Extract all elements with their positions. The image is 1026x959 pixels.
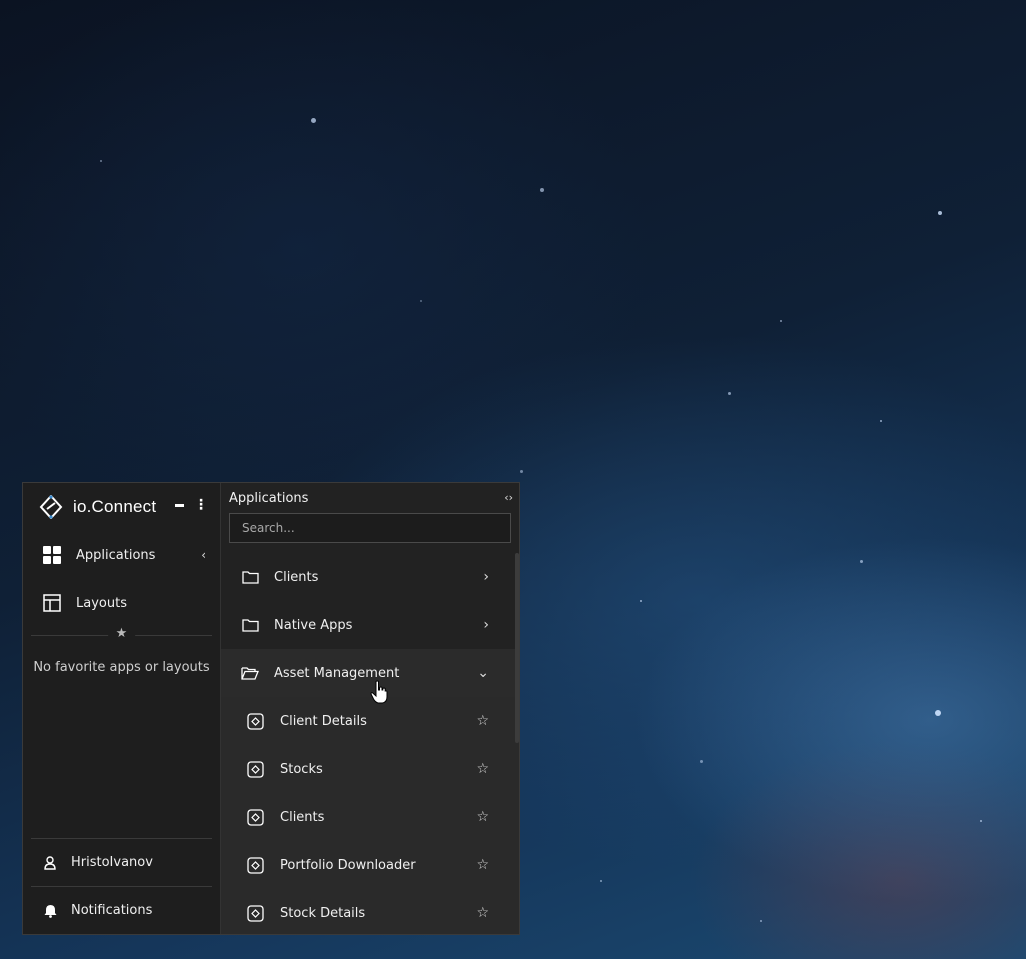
panel-header: Applications ‹›: [221, 483, 519, 513]
bell-icon: [43, 904, 57, 918]
sidebar-item-applications[interactable]: Applications ‹: [23, 531, 220, 579]
star-icon: ★: [107, 626, 136, 641]
folder-label: Clients: [274, 569, 319, 585]
user-name: HristoIvanov: [71, 855, 153, 870]
io-connect-logo-icon: [39, 495, 63, 519]
folder-icon: [241, 616, 259, 634]
search-box: [229, 513, 511, 543]
favorites-empty-message: No favorite apps or layouts: [33, 660, 210, 675]
app-label: Stocks: [280, 761, 323, 777]
app-icon: [246, 808, 264, 826]
star-outline-icon[interactable]: ☆: [476, 809, 489, 825]
folder-native-apps[interactable]: Native Apps ›: [221, 601, 519, 649]
app-icon: [246, 760, 264, 778]
app-stock-details[interactable]: Stock Details ☆: [221, 889, 519, 934]
star-outline-icon[interactable]: ☆: [476, 905, 489, 921]
star-outline-icon[interactable]: ☆: [476, 857, 489, 873]
app-label: Stock Details: [280, 905, 366, 921]
folder-clients[interactable]: Clients ›: [221, 553, 519, 601]
scrollbar[interactable]: [515, 553, 519, 743]
app-clients[interactable]: Clients ☆: [221, 793, 519, 841]
sidebar-item-layouts[interactable]: Layouts: [23, 579, 220, 627]
app-stocks[interactable]: Stocks ☆: [221, 745, 519, 793]
io-connect-launcher: io.Connect ⋮ Applications ‹ Layouts ★ No…: [22, 482, 520, 935]
layout-icon: [43, 594, 61, 612]
sidebar-footer: HristoIvanov Notifications: [23, 838, 220, 934]
star-outline-icon[interactable]: ☆: [476, 761, 489, 777]
brand-header: io.Connect ⋮: [23, 483, 220, 531]
folder-label: Asset Management: [274, 665, 400, 681]
chevron-left-icon: ‹: [201, 548, 206, 562]
chevron-right-icon: ›: [483, 569, 489, 585]
grid-icon: [43, 546, 61, 564]
folder-label: Native Apps: [274, 617, 353, 633]
app-icon: [246, 856, 264, 874]
app-icon: [246, 904, 264, 922]
code-toggle-icon[interactable]: ‹›: [504, 491, 513, 504]
minimize-button[interactable]: [175, 503, 184, 507]
panel-title: Applications: [229, 490, 309, 506]
user-profile-button[interactable]: HristoIvanov: [23, 839, 220, 886]
sidebar-item-label: Layouts: [76, 595, 127, 611]
chevron-right-icon: ›: [483, 617, 489, 633]
favorites-divider: ★: [31, 626, 212, 641]
applications-list: Clients › Native Apps › Asset Management…: [221, 553, 519, 934]
notifications-label: Notifications: [71, 903, 153, 918]
star-outline-icon[interactable]: ☆: [476, 713, 489, 729]
hand-cursor-icon: [370, 680, 388, 704]
applications-panel: Applications ‹› Clients › Native Apps ›: [221, 483, 519, 934]
user-icon: [43, 855, 57, 870]
sidebar: io.Connect ⋮ Applications ‹ Layouts ★ No…: [23, 483, 221, 934]
brand-name: io.Connect: [73, 497, 157, 516]
app-label: Client Details: [280, 713, 367, 729]
app-icon: [246, 712, 264, 730]
app-label: Clients: [280, 809, 325, 825]
search-input[interactable]: [230, 520, 510, 536]
app-portfolio-downloader[interactable]: Portfolio Downloader ☆: [221, 841, 519, 889]
chevron-down-icon: ⌄: [477, 665, 489, 681]
app-client-details[interactable]: Client Details ☆: [221, 697, 519, 745]
app-label: Portfolio Downloader: [280, 857, 416, 873]
folder-open-icon: [241, 664, 259, 682]
window-controls: ⋮: [175, 497, 208, 513]
folder-icon: [241, 568, 259, 586]
notifications-button[interactable]: Notifications: [23, 887, 220, 934]
sidebar-item-label: Applications: [76, 547, 156, 563]
more-options-button[interactable]: ⋮: [194, 497, 208, 513]
